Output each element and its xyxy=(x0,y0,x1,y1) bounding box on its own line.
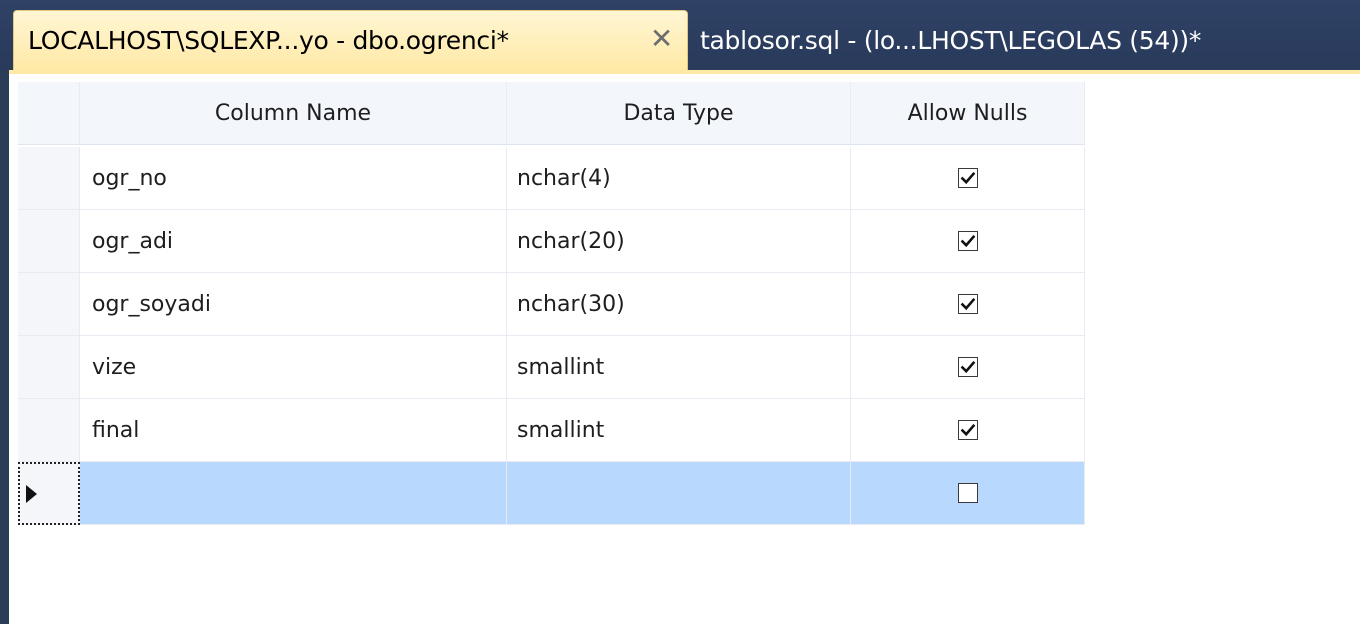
tab-label: tablosor.sql - (lo...LHOST\LEGOLAS (54))… xyxy=(700,25,1202,55)
allow-nulls-cell xyxy=(851,399,1085,462)
checkmark-icon xyxy=(960,171,975,185)
checkmark-icon xyxy=(960,423,975,437)
allow-nulls-cell xyxy=(851,462,1085,525)
table-designer-window: LOCALHOST\SQLEXP...yo - dbo.ogrenci* ✕ t… xyxy=(0,0,1360,624)
allow-nulls-checkbox[interactable] xyxy=(957,294,978,314)
row-selector[interactable] xyxy=(18,336,80,399)
data-type-cell[interactable]: smallint xyxy=(507,399,851,462)
designer-content: Column Name Data Type Allow Nulls ogr_no… xyxy=(9,70,1360,624)
data-type-cell[interactable] xyxy=(507,462,851,525)
table-row[interactable]: final smallint xyxy=(18,399,1085,462)
allow-nulls-checkbox[interactable] xyxy=(957,168,978,188)
checkmark-icon xyxy=(960,360,975,374)
data-type-cell[interactable]: smallint xyxy=(507,336,851,399)
table-row[interactable]: ogr_soyadi nchar(30) xyxy=(18,273,1085,336)
header-data-type[interactable]: Data Type xyxy=(507,82,851,145)
table-row[interactable]: vize smallint xyxy=(18,336,1085,399)
row-selector[interactable] xyxy=(18,210,80,273)
column-name-cell[interactable]: ogr_no xyxy=(80,147,507,210)
tab-label: LOCALHOST\SQLEXP...yo - dbo.ogrenci* xyxy=(28,26,509,55)
data-type-cell[interactable]: nchar(20) xyxy=(507,210,851,273)
allow-nulls-cell xyxy=(851,147,1085,210)
checkmark-icon xyxy=(960,297,975,311)
column-name-cell[interactable]: ogr_adi xyxy=(80,210,507,273)
allow-nulls-cell xyxy=(851,273,1085,336)
data-type-cell[interactable]: nchar(4) xyxy=(507,147,851,210)
header-column-name[interactable]: Column Name xyxy=(80,82,507,145)
column-name-cell[interactable]: final xyxy=(80,399,507,462)
data-type-cell[interactable]: nchar(30) xyxy=(507,273,851,336)
tab-tablosor-sql[interactable]: tablosor.sql - (lo...LHOST\LEGOLAS (54))… xyxy=(694,10,1360,70)
allow-nulls-checkbox[interactable] xyxy=(957,357,978,377)
allow-nulls-checkbox[interactable] xyxy=(957,420,978,440)
column-name-cell[interactable]: vize xyxy=(80,336,507,399)
table-row[interactable]: ogr_no nchar(4) xyxy=(18,147,1085,210)
header-row-selector[interactable] xyxy=(18,82,80,145)
close-icon[interactable]: ✕ xyxy=(650,23,673,55)
checkmark-icon xyxy=(960,234,975,248)
column-name-cell[interactable] xyxy=(80,462,507,525)
allow-nulls-cell xyxy=(851,210,1085,273)
tab-dbo-ogrenci[interactable]: LOCALHOST\SQLEXP...yo - dbo.ogrenci* ✕ xyxy=(13,10,688,70)
allow-nulls-checkbox[interactable] xyxy=(957,231,978,251)
table-row[interactable] xyxy=(18,462,1085,525)
row-selector[interactable] xyxy=(18,273,80,336)
grid-header-row: Column Name Data Type Allow Nulls xyxy=(18,82,1085,145)
row-selector[interactable] xyxy=(18,147,80,210)
document-tab-strip: LOCALHOST\SQLEXP...yo - dbo.ogrenci* ✕ t… xyxy=(0,0,1360,70)
allow-nulls-checkbox[interactable] xyxy=(957,483,978,503)
row-selector[interactable] xyxy=(18,462,80,525)
current-row-arrow-icon xyxy=(26,484,37,503)
header-allow-nulls[interactable]: Allow Nulls xyxy=(851,82,1085,145)
table-row[interactable]: ogr_adi nchar(20) xyxy=(18,210,1085,273)
row-selector[interactable] xyxy=(18,399,80,462)
column-name-cell[interactable]: ogr_soyadi xyxy=(80,273,507,336)
allow-nulls-cell xyxy=(851,336,1085,399)
